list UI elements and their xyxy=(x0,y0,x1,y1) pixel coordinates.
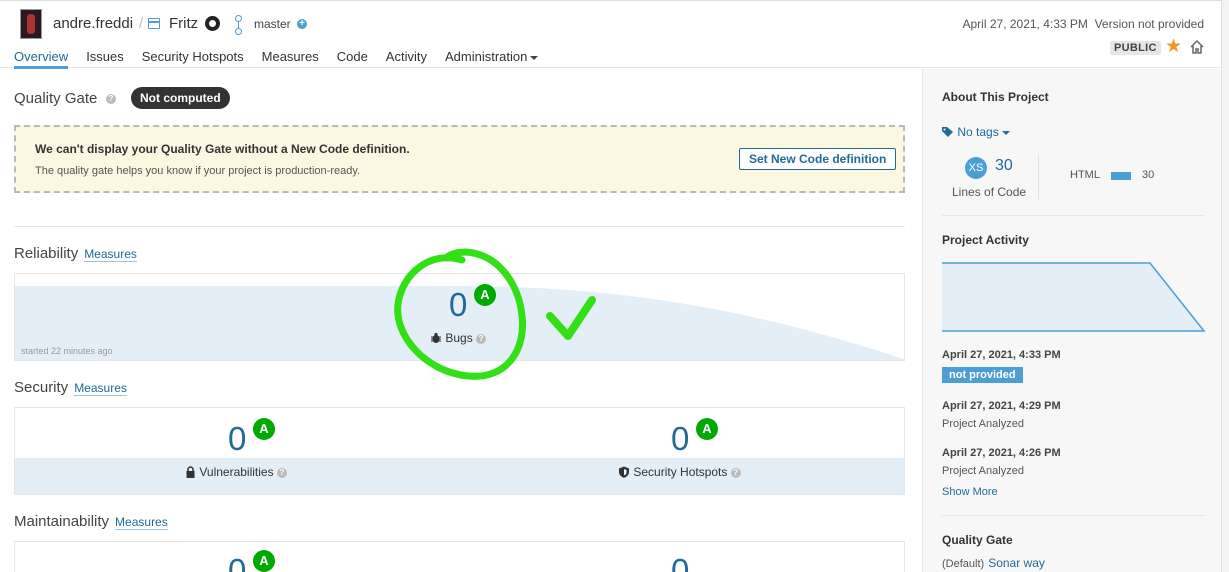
sidebar-quality-gate-title: Quality Gate xyxy=(942,533,1013,547)
new-code-warning: We can't display your Quality Gate witho… xyxy=(14,125,905,193)
project-nav: Overview Issues Security Hotspots Measur… xyxy=(14,49,556,69)
language-name: HTML xyxy=(1070,169,1100,181)
divider xyxy=(942,515,1205,516)
activity-date: April 27, 2021, 4:33 PM xyxy=(942,349,1061,361)
project-header: andre.freddi / Fritz master + April 27, … xyxy=(0,0,1229,69)
show-more-link[interactable]: Show More xyxy=(942,486,998,498)
tab-code[interactable]: Code xyxy=(337,49,368,69)
tag-icon xyxy=(942,127,953,137)
lock-icon xyxy=(186,466,195,478)
bugs-count[interactable]: 0 xyxy=(449,286,467,324)
security-hotspots-count[interactable]: 0 xyxy=(671,420,689,458)
security-title: Security xyxy=(14,379,69,396)
project-activity-title: Project Activity xyxy=(942,233,1029,247)
help-icon[interactable]: ? xyxy=(276,467,287,478)
reliability-title: Reliability xyxy=(14,245,79,262)
maintainability-heading: Maintainability Measures xyxy=(14,513,168,530)
help-icon[interactable]: ? xyxy=(730,467,741,478)
about-project-title: About This Project xyxy=(942,90,1049,104)
language-loc: 30 xyxy=(1142,169,1155,181)
bug-icon xyxy=(431,332,441,343)
quality-gate-status-badge: Not computed xyxy=(131,87,230,109)
owner-avatar[interactable] xyxy=(20,9,42,39)
tab-activity[interactable]: Activity xyxy=(386,49,427,69)
tab-issues[interactable]: Issues xyxy=(86,49,124,69)
help-icon[interactable]: ? xyxy=(476,333,487,344)
tab-overview[interactable]: Overview xyxy=(14,49,69,69)
language-distribution-bar xyxy=(1111,172,1131,180)
activity-event: Project Analyzed xyxy=(942,465,1024,477)
reliability-panel: 0 A Bugs ? started 22 minutes ago xyxy=(14,273,905,361)
quality-gate-title: Quality Gate xyxy=(14,90,98,107)
maintainability-rating[interactable]: A xyxy=(253,550,275,572)
project-link[interactable]: Fritz xyxy=(169,15,198,32)
activity-date: April 27, 2021, 4:29 PM xyxy=(942,400,1061,412)
reliability-rating[interactable]: A xyxy=(474,284,496,306)
activity-event: Project Analyzed xyxy=(942,418,1024,430)
code-smells-count[interactable]: 0 xyxy=(228,552,246,572)
home-icon[interactable] xyxy=(1189,39,1205,55)
project-sidebar: About This Project No tags XS 30 Lines o… xyxy=(922,69,1221,572)
tab-administration-label: Administration xyxy=(444,49,528,64)
reliability-measures-link[interactable]: Measures xyxy=(84,247,137,262)
version-badge: not provided xyxy=(942,367,1023,383)
reliability-heading: Reliability Measures xyxy=(14,245,137,262)
tags-label: No tags xyxy=(957,125,999,139)
version-label: Version not provided xyxy=(1094,17,1204,31)
activity-date: April 27, 2021, 4:26 PM xyxy=(942,447,1061,459)
quality-gate-profile: (Default) Sonar way xyxy=(942,556,1045,570)
lines-of-code-count[interactable]: 30 xyxy=(995,157,1013,175)
analysis-date: April 27, 2021, 4:33 PM xyxy=(962,17,1088,31)
chevron-down-icon xyxy=(530,55,539,60)
divider xyxy=(14,226,905,227)
set-new-code-button[interactable]: Set New Code definition xyxy=(739,148,897,170)
shield-icon xyxy=(619,466,629,478)
vulnerabilities-label-text: Vulnerabilities xyxy=(199,465,274,479)
tags-selector[interactable]: No tags xyxy=(942,125,1010,139)
help-icon[interactable]: ? xyxy=(106,94,116,104)
branch-icon xyxy=(235,15,242,35)
scrollbar[interactable] xyxy=(1221,0,1229,572)
owner-link[interactable]: andre.freddi xyxy=(53,15,133,32)
overview-main: Quality Gate ? Not computed We can't dis… xyxy=(0,69,922,572)
branch-selector[interactable]: master xyxy=(254,17,291,31)
project-icon xyxy=(148,18,160,29)
security-heading: Security Measures xyxy=(14,379,127,396)
divider xyxy=(1038,155,1039,199)
security-review-rating[interactable]: A xyxy=(696,418,718,440)
security-label-band xyxy=(15,458,904,494)
favorite-star-icon[interactable]: ★ xyxy=(1165,37,1182,57)
default-label: (Default) xyxy=(942,558,985,570)
vulnerabilities-label: Vulnerabilities ? xyxy=(185,465,287,479)
github-icon[interactable] xyxy=(205,16,220,31)
breadcrumb-separator: / xyxy=(139,15,144,32)
history-start-label: started 22 minutes ago xyxy=(21,346,113,356)
vulnerabilities-count[interactable]: 0 xyxy=(228,420,246,458)
warning-title: We can't display your Quality Gate witho… xyxy=(35,142,410,156)
maintainability-panel: 0 A 0 xyxy=(14,541,905,572)
lines-of-code-label: Lines of Code xyxy=(952,185,1027,199)
warning-text: The quality gate helps you know if your … xyxy=(35,165,361,177)
tab-security-hotspots[interactable]: Security Hotspots xyxy=(142,49,244,69)
security-panel: 0 A Vulnerabilities ? 0 A Security Hotsp… xyxy=(14,407,905,495)
activity-graph[interactable] xyxy=(942,257,1208,337)
security-hotspots-label: Security Hotspots ? xyxy=(618,465,741,479)
add-branch-icon[interactable]: + xyxy=(297,19,307,29)
quality-gate-link[interactable]: Sonar way xyxy=(988,556,1045,570)
chevron-down-icon xyxy=(1001,130,1010,135)
debt-value[interactable]: 0 xyxy=(671,552,689,572)
security-measures-link[interactable]: Measures xyxy=(74,381,127,396)
divider xyxy=(942,215,1205,216)
tab-administration[interactable]: Administration xyxy=(444,49,539,69)
maintainability-measures-link[interactable]: Measures xyxy=(115,515,168,530)
analysis-meta: April 27, 2021, 4:33 PM Version not prov… xyxy=(963,17,1205,31)
security-rating[interactable]: A xyxy=(253,418,275,440)
maintainability-title: Maintainability xyxy=(14,513,110,530)
tab-measures[interactable]: Measures xyxy=(262,49,319,69)
bugs-label: Bugs ? xyxy=(430,331,487,345)
bugs-label-text: Bugs xyxy=(445,331,473,345)
size-rating-badge: XS xyxy=(965,157,987,179)
security-hotspots-label-text: Security Hotspots xyxy=(633,465,728,479)
visibility-badge: PUBLIC xyxy=(1110,41,1161,55)
